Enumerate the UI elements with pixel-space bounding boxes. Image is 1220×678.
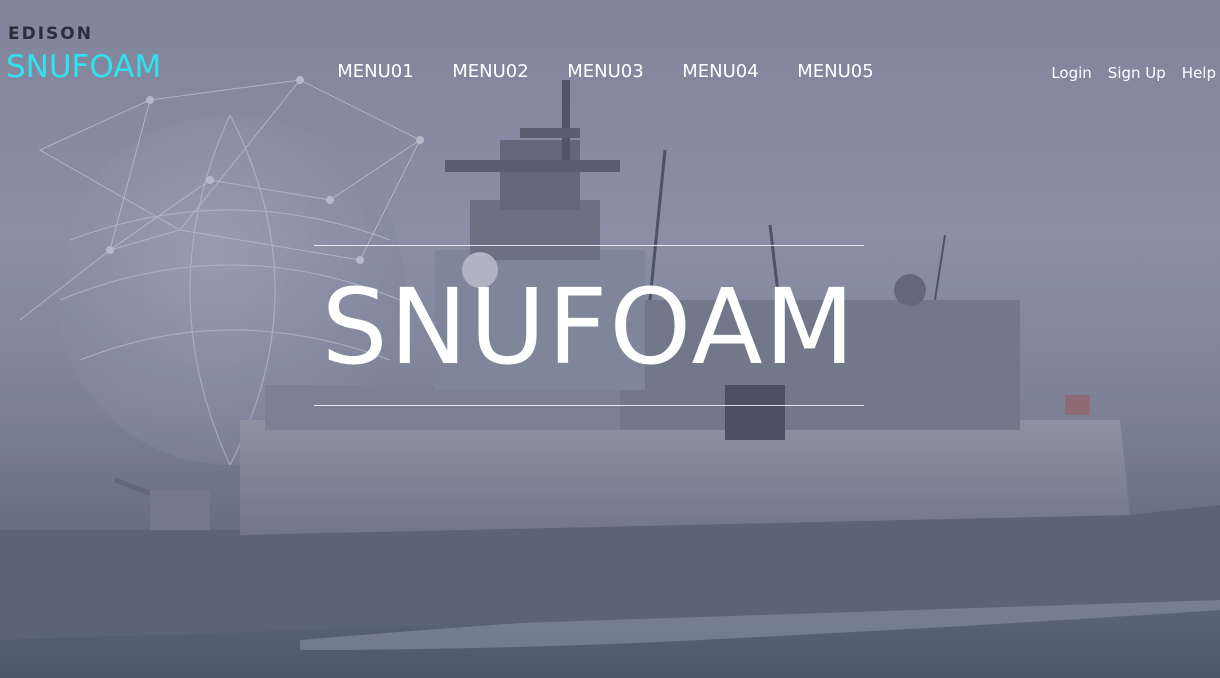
hero-title: SNUFOAM: [321, 266, 857, 388]
logo-snufoam-text: SNUFOAM: [6, 49, 162, 85]
nav-item-menu01[interactable]: MENU01: [318, 58, 433, 86]
hero-top-rule: [314, 245, 864, 246]
nav-item-menu03[interactable]: MENU03: [548, 58, 663, 86]
help-link[interactable]: Help: [1182, 62, 1216, 84]
nav-item-menu05[interactable]: MENU05: [778, 58, 893, 86]
site-logo[interactable]: EDISON SNUFOAM: [6, 22, 166, 88]
utility-links: Login Sign Up Help: [1051, 62, 1216, 84]
signup-link[interactable]: Sign Up: [1108, 62, 1166, 84]
page: EDISON SNUFOAM MENU01 MENU02 MENU03 MENU…: [0, 0, 1220, 678]
main-nav: MENU01 MENU02 MENU03 MENU04 MENU05: [318, 58, 893, 86]
hero-bottom-rule: [314, 405, 864, 406]
logo-edison-text: EDISON: [8, 24, 93, 44]
nav-item-menu04[interactable]: MENU04: [663, 58, 778, 86]
nav-item-menu02[interactable]: MENU02: [433, 58, 548, 86]
site-header: EDISON SNUFOAM MENU01 MENU02 MENU03 MENU…: [0, 0, 1220, 110]
login-link[interactable]: Login: [1051, 62, 1091, 84]
